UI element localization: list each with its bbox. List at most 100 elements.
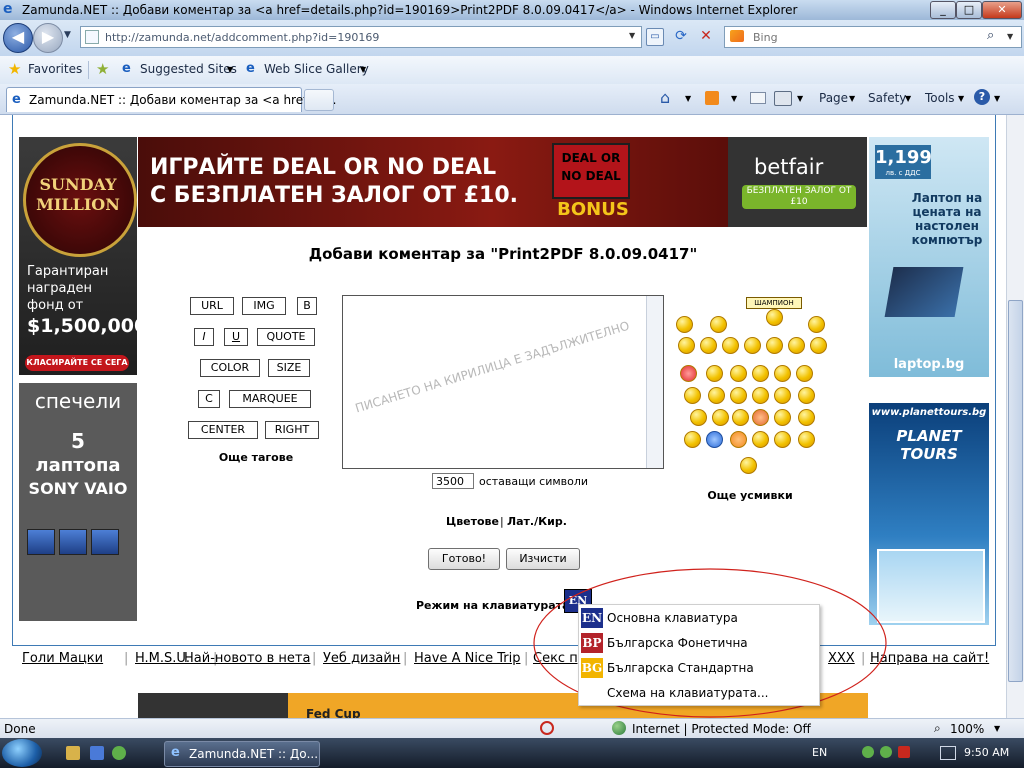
compat-view-icon[interactable]: ▭ (646, 28, 664, 46)
address-dropdown-icon[interactable]: ▼ (629, 31, 635, 40)
smiley-icon[interactable] (676, 316, 693, 333)
smiley-icon[interactable] (774, 365, 791, 382)
search-dropdown-icon[interactable]: ▼ (1007, 32, 1013, 41)
smiley-icon[interactable] (774, 431, 791, 448)
clock[interactable]: 9:50 AM (964, 746, 1009, 759)
more-smilies-link[interactable]: Още усмивки (690, 489, 810, 502)
center-tag-button[interactable]: CENTER (188, 421, 258, 439)
smiley-icon[interactable] (744, 337, 761, 354)
favorites-button[interactable]: Favorites (28, 62, 82, 76)
chevron-down-icon[interactable]: ▼ (994, 724, 1000, 733)
smiley-icon[interactable] (740, 457, 757, 474)
quicklaunch-icon[interactable] (112, 746, 126, 760)
tray-icon[interactable] (862, 746, 874, 758)
address-input[interactable] (103, 29, 627, 45)
sunday-cta[interactable]: КЛАСИРАЙТЕ СЕ СЕГА (25, 355, 129, 371)
add-favorite-icon[interactable]: ★ (96, 60, 109, 78)
smiley-icon[interactable] (684, 431, 701, 448)
c-tag-button[interactable]: C (198, 390, 220, 408)
ad-betfair[interactable]: betfair БЕЗПЛАТЕН ЗАЛОГ ОТ £10 (728, 137, 867, 227)
smiley-icon[interactable] (706, 365, 723, 382)
history-dropdown[interactable]: ▼ (64, 30, 71, 40)
smiley-icon[interactable] (708, 387, 725, 404)
minimize-button[interactable]: _ (930, 1, 956, 19)
smiley-icon[interactable] (798, 431, 815, 448)
ad-sony-vaio[interactable]: спечели 5 лаптопа SONY VAIO (19, 383, 137, 621)
smiley-icon[interactable] (774, 387, 791, 404)
smiley-icon[interactable] (710, 316, 727, 333)
footer-link[interactable]: Най-новото в нета (184, 651, 310, 666)
kb-option-scheme[interactable]: Схема на клавиатурата... (579, 681, 819, 706)
tray-icon[interactable] (898, 746, 910, 758)
smiley-icon[interactable] (766, 337, 783, 354)
tools-menu[interactable]: Tools (925, 91, 955, 105)
chevron-down-icon[interactable]: ▼ (797, 94, 803, 103)
new-tab-button[interactable] (304, 89, 334, 111)
chevron-down-icon[interactable]: ▼ (905, 94, 911, 103)
chevron-down-icon[interactable]: ▼ (849, 94, 855, 103)
smiley-icon[interactable] (680, 365, 697, 382)
footer-link[interactable]: Have A Nice Trip (414, 651, 520, 666)
smiley-icon[interactable] (730, 387, 747, 404)
submit-button[interactable]: Готово! (428, 548, 500, 570)
page-menu[interactable]: Page (819, 91, 848, 105)
smiley-icon[interactable] (808, 316, 825, 333)
smiley-icon[interactable] (752, 365, 769, 382)
suggested-sites-link[interactable]: Suggested Sites (140, 62, 237, 76)
taskbar-task[interactable]: e Zamunda.NET :: До... (164, 741, 320, 767)
smiley-icon[interactable] (678, 337, 695, 354)
search-input[interactable] (751, 29, 995, 45)
footer-link[interactable]: H.M.S.U. (135, 651, 190, 666)
web-slice-gallery-link[interactable]: Web Slice Gallery (264, 62, 369, 76)
smiley-icon[interactable] (732, 409, 749, 426)
ad-deal-or-no-deal[interactable]: ИГРАЙТЕ DEAL OR NO DEAL С БЕЗПЛАТЕН ЗАЛО… (138, 137, 728, 227)
kb-option-bp[interactable]: BP Българска Фонетична (579, 631, 819, 656)
colors-link[interactable]: Цветове (446, 515, 499, 528)
kb-option-en[interactable]: EN Основна клавиатура (579, 606, 819, 631)
start-button[interactable] (2, 739, 42, 767)
smiley-icon[interactable] (766, 309, 783, 326)
language-indicator[interactable]: EN (812, 746, 827, 759)
back-button[interactable]: ◀ (3, 23, 33, 53)
close-button[interactable]: ✕ (982, 1, 1022, 19)
smiley-icon[interactable] (712, 409, 729, 426)
safety-menu[interactable]: Safety (868, 91, 906, 105)
footer-link[interactable]: Уеб дизайн (323, 651, 400, 666)
search-icon[interactable]: ⌕ (987, 28, 994, 43)
smiley-icon[interactable] (722, 337, 739, 354)
smiley-icon[interactable] (730, 365, 747, 382)
smiley-icon[interactable] (796, 365, 813, 382)
smiley-icon[interactable] (700, 337, 717, 354)
smiley-icon[interactable] (706, 431, 723, 448)
smiley-icon[interactable] (810, 337, 827, 354)
rss-icon[interactable] (705, 91, 719, 105)
home-icon[interactable]: ⌂ (660, 88, 670, 107)
more-tags-link[interactable]: Още тагове (188, 451, 324, 464)
smiley-icon[interactable] (684, 387, 701, 404)
search-box[interactable]: ⌕ ▼ (724, 26, 1022, 48)
right-tag-button[interactable]: RIGHT (265, 421, 319, 439)
italic-tag-button[interactable]: I (194, 328, 214, 346)
footer-link[interactable]: Голи Мацки (22, 651, 103, 666)
smiley-icon[interactable] (730, 431, 747, 448)
zoom-level[interactable]: 100% (950, 722, 984, 736)
ad-sunday-million[interactable]: SUNDAY MILLION Гарантиран награден фонд … (19, 137, 147, 375)
ad-laptop-bg[interactable]: 1,199 лв. с ДДС Лаптоп на цената на наст… (869, 137, 989, 377)
smiley-icon[interactable] (752, 387, 769, 404)
underline-tag-button[interactable]: U (224, 328, 248, 346)
url-tag-button[interactable]: URL (190, 297, 234, 315)
chevron-down-icon[interactable]: ▼ (685, 94, 691, 103)
smiley-icon[interactable] (798, 409, 815, 426)
tray-icon[interactable] (880, 746, 892, 758)
forward-button[interactable]: ▶ (33, 23, 63, 53)
marquee-tag-button[interactable]: MARQUEE (229, 390, 311, 408)
smiley-icon[interactable] (798, 387, 815, 404)
color-tag-button[interactable]: COLOR (200, 359, 260, 377)
address-bar[interactable]: ▼ (80, 26, 642, 48)
zoom-icon[interactable]: ⌕ (934, 721, 941, 736)
stop-icon[interactable]: ✕ (697, 27, 715, 45)
chevron-down-icon[interactable]: ▼ (958, 94, 964, 103)
quicklaunch-icon[interactable] (90, 746, 104, 760)
smiley-icon[interactable] (752, 431, 769, 448)
refresh-icon[interactable]: ⟳ (672, 27, 690, 45)
